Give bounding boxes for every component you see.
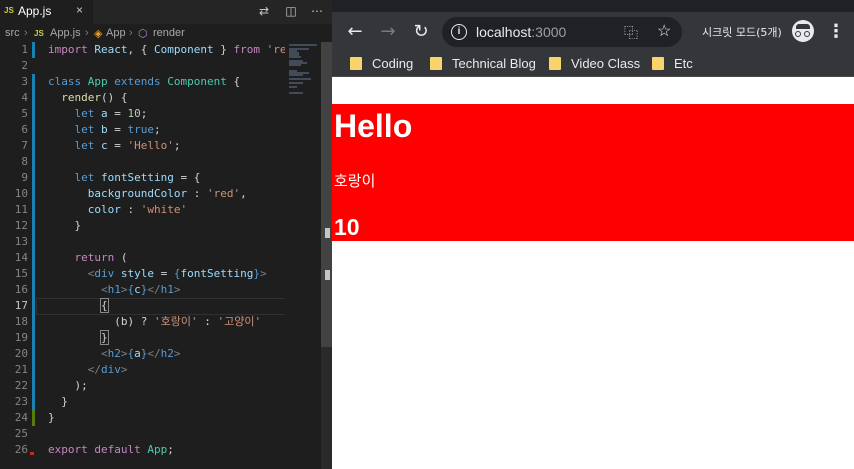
code-line: 10 backgroundColor : 'red', <box>14 186 247 202</box>
code-line: 20 <h2>{a}</h2> <box>14 346 181 362</box>
tab-app-js[interactable]: JS App.js × <box>0 0 93 24</box>
code-line: 23 } <box>14 394 68 410</box>
browser-tab-strip <box>332 0 854 12</box>
breadcrumb-separator: › <box>24 27 28 39</box>
incognito-icon[interactable] <box>792 20 814 42</box>
code-line: 13 <box>0 234 285 250</box>
compare-changes-icon[interactable]: ⇄ <box>257 4 271 18</box>
code-line: 16 <h1>{c}</h1> <box>14 282 181 298</box>
code-line: 11 color : 'white' <box>14 202 188 218</box>
folder-icon <box>350 57 362 70</box>
browser-window: ← → ↻ i localhost:3000 ⿻ ☆ 시크릿 모드(5개) ⋮ … <box>332 0 854 469</box>
scrollbar-thumb[interactable] <box>321 42 332 347</box>
more-actions-icon[interactable]: ⋯ <box>310 4 324 18</box>
bookmark-star-icon[interactable]: ☆ <box>657 21 671 41</box>
breadcrumb-method[interactable]: render <box>153 27 185 39</box>
heading-hello: Hello <box>334 108 413 144</box>
folder-icon <box>430 57 442 70</box>
code-line: 21 </div> <box>14 362 128 378</box>
bookmarks-bar: Coding Technical Blog Video Class Etc <box>332 52 854 77</box>
breadcrumb: src › JS App.js › ◈ App › ⬡ render <box>0 24 332 44</box>
split-editor-icon[interactable]: ◫ <box>284 4 298 18</box>
javascript-file-icon: JS <box>34 29 44 38</box>
styled-container: Hello 호랑이 10 <box>332 104 854 241</box>
folder-icon <box>652 57 664 70</box>
reload-icon[interactable]: ↻ <box>409 20 433 44</box>
code-line: 6 let b = true; <box>21 122 161 138</box>
code-area[interactable]: 1import React, { Component } from 'react… <box>0 42 320 469</box>
incognito-label[interactable]: 시크릿 모드(5개) <box>702 24 782 40</box>
scroll-marker <box>325 270 330 280</box>
code-line: 26 export default App; <box>14 443 174 456</box>
code-line: 3 class App extends Component { <box>21 74 241 90</box>
code-line: 8 <box>0 154 285 170</box>
code-line: 9 let fontSetting = { <box>21 170 201 186</box>
code-line: 2 <box>21 59 28 72</box>
translate-icon[interactable]: ⿻ <box>624 23 638 43</box>
code-line: 12 } <box>14 218 82 234</box>
code-line: 24} <box>14 410 55 426</box>
code-line: 15 <div style = {fontSetting}> <box>14 266 267 282</box>
code-line: 4 render() { <box>21 90 128 106</box>
editor-tab-bar: JS App.js × ⇄ ◫ ⋯ <box>0 0 332 24</box>
code-line-current: 17 { <box>0 298 287 315</box>
code-line: 5 let a = 10; <box>21 106 148 122</box>
conditional-text: 호랑이 <box>334 172 376 190</box>
site-info-icon[interactable]: i <box>451 24 467 40</box>
breadcrumb-class[interactable]: App <box>106 27 126 39</box>
code-line: 18 (b) ? '호랑이' : '고양이' <box>14 314 262 330</box>
minimap[interactable] <box>285 42 320 469</box>
breadcrumb-folder[interactable]: src <box>5 27 20 39</box>
code-editor: JS App.js × ⇄ ◫ ⋯ src › JS App.js › ◈ Ap… <box>0 0 332 469</box>
heading-number: 10 <box>334 214 360 240</box>
url-text[interactable]: localhost:3000 <box>476 24 566 40</box>
code-line: 19 } <box>14 330 109 346</box>
vertical-scrollbar[interactable] <box>321 42 332 469</box>
arrow-right-icon[interactable]: → <box>376 20 400 44</box>
code-line: 25 <box>14 427 28 440</box>
close-icon[interactable]: × <box>76 3 83 17</box>
more-menu-icon[interactable]: ⋮ <box>826 20 846 44</box>
scroll-marker <box>325 228 330 238</box>
code-line: 1import React, { Component } from 'react… <box>21 42 320 58</box>
breadcrumb-separator: › <box>85 27 89 39</box>
arrow-left-icon[interactable]: ← <box>343 20 367 44</box>
method-symbol-icon: ⬡ <box>138 28 148 40</box>
breadcrumb-file[interactable]: App.js <box>50 27 81 39</box>
code-line: 14 return ( <box>14 250 128 266</box>
folder-icon <box>549 57 561 70</box>
class-symbol-icon: ◈ <box>94 28 103 40</box>
page-content: Hello 호랑이 10 <box>332 77 854 469</box>
browser-toolbar: ← → ↻ i localhost:3000 ⿻ ☆ 시크릿 모드(5개) ⋮ <box>332 12 854 52</box>
tab-filename: App.js <box>18 4 52 18</box>
javascript-file-icon: JS <box>4 6 14 15</box>
error-marker <box>30 452 34 455</box>
address-bar[interactable]: i localhost:3000 ⿻ ☆ <box>442 17 682 47</box>
breadcrumb-separator: › <box>129 27 133 39</box>
code-line: 22 ); <box>14 378 88 394</box>
code-line: 7 let c = 'Hello'; <box>21 138 181 154</box>
